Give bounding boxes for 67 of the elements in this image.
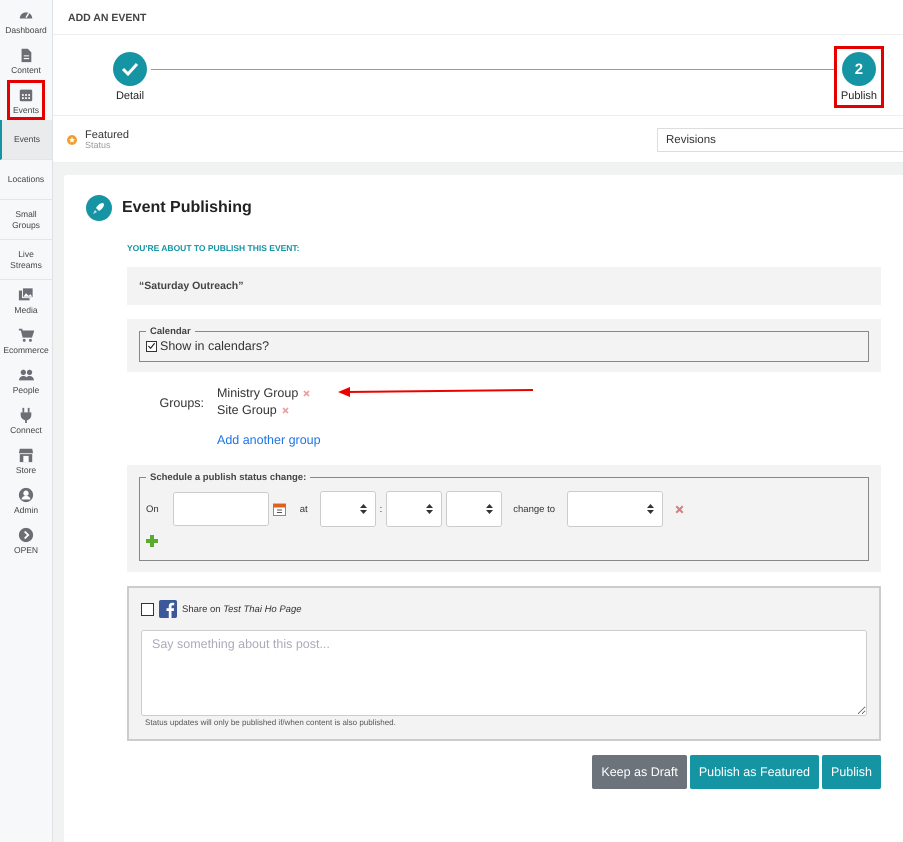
sort-icon <box>486 504 494 514</box>
select-field[interactable] <box>320 491 376 527</box>
step-circle: 2 <box>842 52 876 86</box>
nav-icon <box>18 446 34 463</box>
fieldset-legend: Schedule a publish status change: <box>146 472 310 483</box>
sidebar-item[interactable]: Ecommerce <box>0 320 52 360</box>
checkbox[interactable] <box>141 602 154 616</box>
groups-label: Groups: <box>158 396 205 410</box>
intro-label: YOU'RE ABOUT TO PUBLISH THIS EVENT: <box>127 243 301 253</box>
on-label: On <box>146 504 159 514</box>
sidebar-item[interactable]: OPEN <box>0 520 52 560</box>
date-field[interactable] <box>172 492 269 526</box>
sidebar-item[interactable]: People <box>0 360 52 400</box>
select-field[interactable] <box>446 491 502 527</box>
sidebar-item[interactable]: Small Groups <box>0 200 52 240</box>
nav-icon <box>18 406 34 423</box>
at-label: at <box>300 504 308 514</box>
nav-icon <box>18 526 34 543</box>
change-to-label: change to <box>513 504 555 514</box>
sidebar-item[interactable]: Events <box>0 120 52 160</box>
sidebar-item[interactable]: Events <box>7 80 45 120</box>
step[interactable]: 2 Publish <box>836 49 881 105</box>
select-field[interactable] <box>386 491 442 527</box>
sort-icon <box>360 504 367 514</box>
revisions-select[interactable]: Revisions <box>657 128 903 152</box>
action-button[interactable]: Publish as Featured <box>690 755 819 789</box>
checkbox-label: Show in calendars? <box>160 339 270 353</box>
group-name: Ministry Group <box>217 386 298 400</box>
page-title: ADD AN EVENT <box>53 0 903 35</box>
facebook-icon <box>159 600 177 618</box>
step[interactable]: Detail <box>109 49 151 105</box>
nav-icon <box>18 286 34 303</box>
sidebar-item[interactable]: Live Streams <box>0 240 52 280</box>
sidebar-item[interactable]: Media <box>0 280 52 320</box>
checkbox[interactable] <box>146 340 157 352</box>
sort-icon <box>426 504 434 514</box>
star-icon <box>67 135 77 145</box>
nav-icon <box>18 326 34 343</box>
add-icon[interactable] <box>146 535 158 547</box>
remove-icon[interactable] <box>282 406 289 414</box>
fieldset-legend: Calendar <box>146 326 195 337</box>
share-label: Share on Test Thai Ho Page <box>182 604 302 614</box>
select-field[interactable] <box>567 491 663 527</box>
add-group-link[interactable]: Add another group <box>217 433 881 447</box>
remove-icon[interactable] <box>303 390 310 396</box>
sidebar-item[interactable]: Connect <box>0 400 52 440</box>
post-field[interactable]: Say something about this post... <box>141 630 867 716</box>
sidebar-item[interactable]: Admin <box>0 480 52 520</box>
card-title: Event Publishing <box>122 199 252 217</box>
status-caption: Status <box>85 141 112 150</box>
action-button[interactable]: Keep as Draft <box>592 755 687 789</box>
sidebar-item[interactable]: Dashboard <box>0 0 52 40</box>
nav-icon <box>18 366 34 383</box>
share-note: Status updates will only be published if/when content is also published. <box>145 718 397 727</box>
sort-icon <box>647 504 654 514</box>
remove-icon[interactable] <box>675 504 684 514</box>
sidebar-item[interactable]: Locations <box>0 160 52 200</box>
action-button[interactable]: Publish <box>822 755 881 789</box>
group-name: Site Group <box>217 403 277 417</box>
sidebar-item[interactable]: Store <box>0 440 52 480</box>
sidebar-item[interactable]: Content <box>0 40 52 80</box>
event-name: “Saturday Outreach” <box>127 267 881 305</box>
nav-icon <box>18 486 34 503</box>
nav-icon <box>18 86 34 103</box>
separator: : <box>380 504 382 514</box>
calendar-icon[interactable] <box>272 502 286 516</box>
status-value: Featured <box>85 130 130 141</box>
